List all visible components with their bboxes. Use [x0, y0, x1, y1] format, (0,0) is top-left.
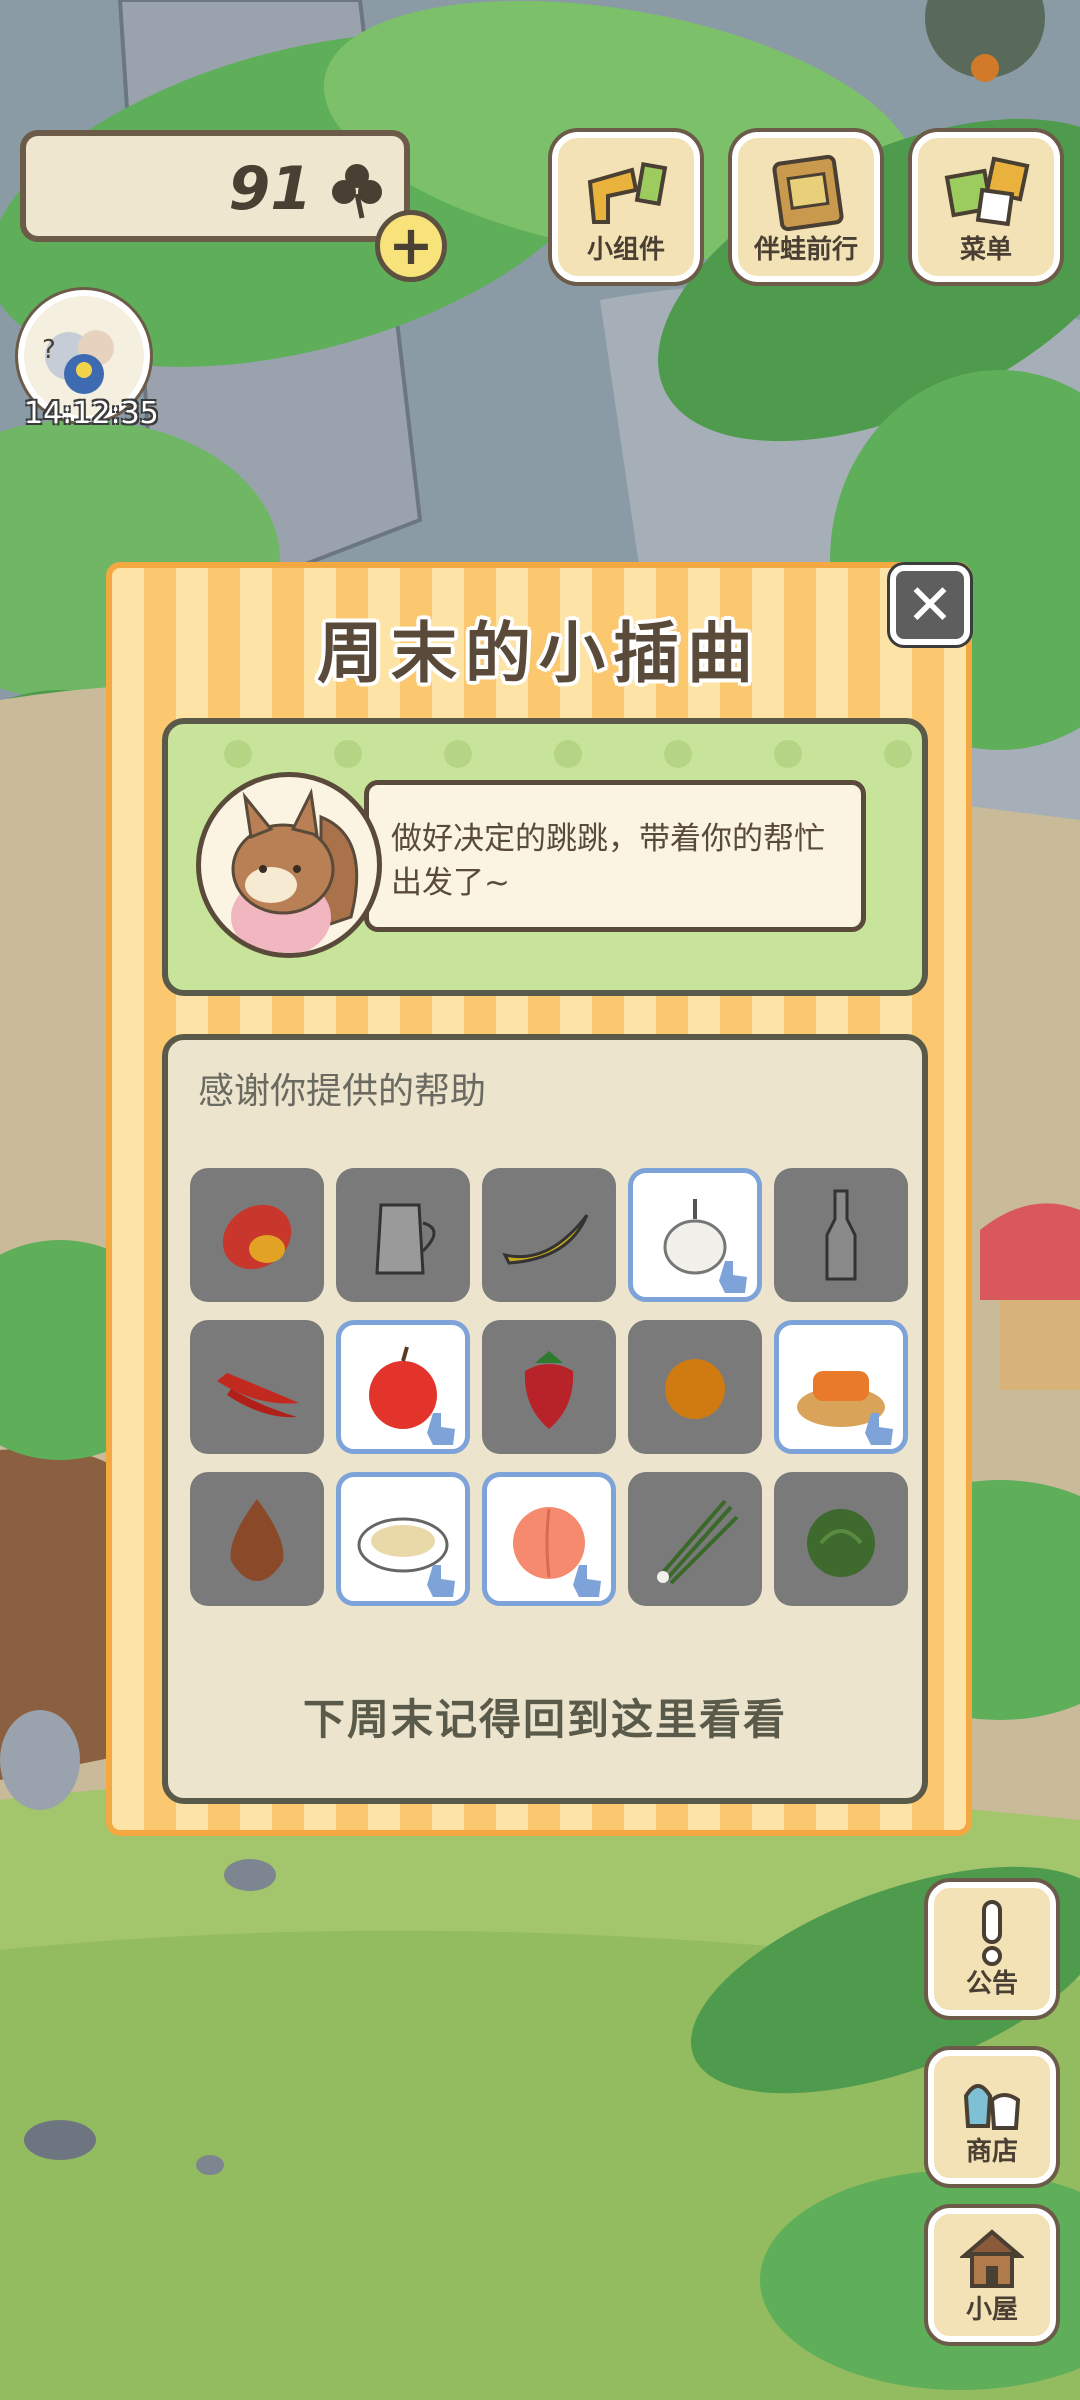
item-cell-fried-dough-platter[interactable] — [774, 1320, 908, 1454]
chili-pepper-icon — [217, 1373, 299, 1418]
item-cell-orange[interactable] — [628, 1320, 762, 1454]
svg-text:?: ? — [42, 335, 56, 365]
travel-book-icon — [772, 154, 844, 232]
widgets-label: 小组件 — [586, 235, 665, 265]
item-cell-bottle[interactable] — [774, 1168, 908, 1302]
house-label: 小屋 — [965, 2295, 1018, 2325]
milk-jug-icon — [375, 1203, 436, 1275]
notice-button[interactable]: 公告 — [928, 1882, 1056, 2016]
dialog-title: 周末的小插曲 — [317, 615, 761, 692]
travel-button[interactable]: 伴蛙前行 — [732, 132, 880, 282]
story-panel: 做好决定的跳跳，带着你的帮忙出发了~ — [162, 718, 928, 996]
item-cell-cabbage[interactable] — [774, 1472, 908, 1606]
weekend-episode-dialog: 周末的小插曲 做好决定的跳跳，带着你的帮忙出发了~ 感谢你提供的帮助 下周末记得… — [106, 562, 972, 1836]
green-onion-icon — [657, 1499, 739, 1585]
item-cell-banana[interactable] — [482, 1168, 616, 1302]
item-cell-garlic[interactable] — [628, 1168, 762, 1302]
item-cell-mango[interactable] — [190, 1168, 324, 1302]
mango-icon — [222, 1204, 292, 1270]
add-clover-button[interactable]: + — [375, 210, 447, 282]
item-cell-dumplings-bowl[interactable] — [336, 1472, 470, 1606]
clover-icon — [332, 164, 382, 219]
banana-icon — [502, 1214, 589, 1265]
pointer-hand-icon — [865, 1413, 893, 1445]
shop-bag-icon — [963, 2084, 1021, 2130]
house-button[interactable]: 小屋 — [928, 2208, 1056, 2342]
clock-time: 14:12:35 — [24, 396, 159, 431]
thanks-label: 感谢你提供的帮助 — [198, 1071, 487, 1112]
orange-icon — [665, 1359, 725, 1419]
shop-button[interactable]: 商店 — [928, 2050, 1056, 2184]
widgets-button[interactable]: 小组件 — [552, 132, 700, 282]
item-cell-strawberry[interactable] — [482, 1320, 616, 1454]
item-cell-onion[interactable] — [190, 1472, 324, 1606]
item-cell-milk-jug[interactable] — [336, 1168, 470, 1302]
menu-label: 菜单 — [959, 235, 1012, 265]
travel-label: 伴蛙前行 — [753, 235, 858, 265]
menu-cards-icon — [944, 156, 1030, 227]
cabbage-icon — [807, 1509, 875, 1577]
strawberry-icon — [524, 1351, 574, 1429]
item-cell-apple[interactable] — [336, 1320, 470, 1454]
widgets-icon — [587, 162, 668, 224]
house-icon — [960, 2229, 1024, 2288]
notice-label: 公告 — [965, 1969, 1018, 1999]
pointer-hand-icon — [427, 1565, 455, 1597]
item-cell-green-onion[interactable] — [628, 1472, 762, 1606]
items-panel: 感谢你提供的帮助 下周末记得回到这里看看 — [162, 1034, 928, 1804]
item-cell-chili-peppers[interactable] — [190, 1320, 324, 1454]
onion-icon — [230, 1499, 284, 1581]
pointer-hand-icon — [427, 1413, 455, 1445]
speech-bubble: 做好决定的跳跳，带着你的帮忙出发了~ — [364, 780, 866, 932]
pointer-hand-icon — [719, 1261, 747, 1293]
pointer-hand-icon — [573, 1565, 601, 1597]
exclamation-icon — [982, 1900, 1002, 1966]
clover-counter: 91 — [20, 130, 410, 242]
bottle-icon — [825, 1189, 857, 1281]
menu-button[interactable]: 菜单 — [912, 132, 1060, 282]
close-button[interactable]: ✕ — [890, 565, 970, 645]
item-cell-peach[interactable] — [482, 1472, 616, 1606]
squirrel-icon — [231, 788, 359, 953]
shop-label: 商店 — [965, 2137, 1018, 2167]
clover-count: 91 — [228, 154, 313, 224]
footer-reminder: 下周末记得回到这里看看 — [302, 1695, 787, 1744]
squirrel-portrait — [196, 772, 382, 958]
